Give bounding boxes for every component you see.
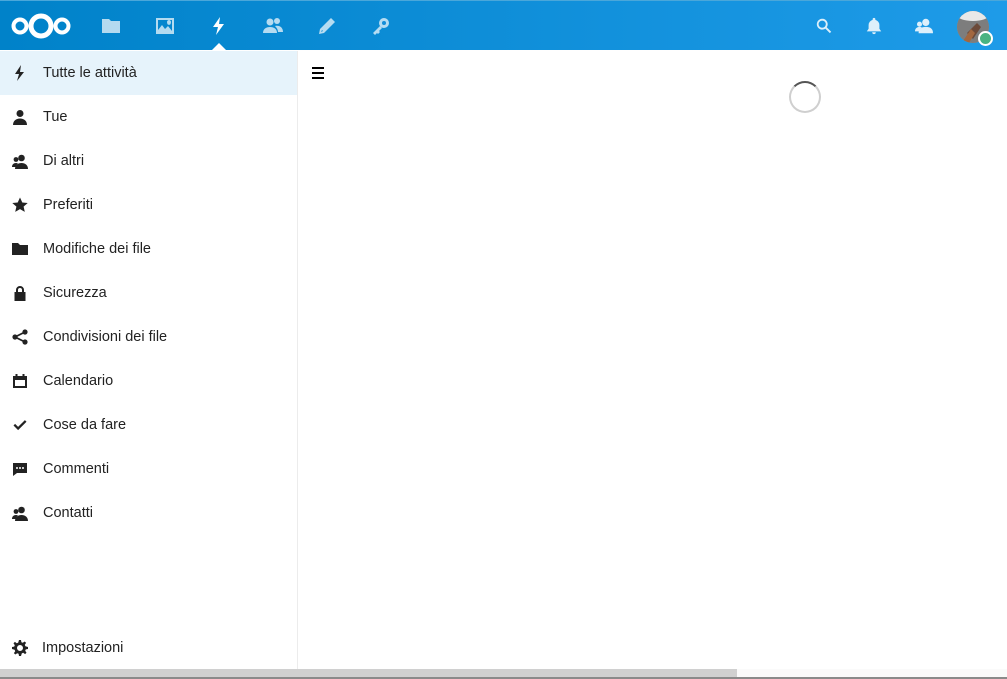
nav-item-label: Tutte le attività <box>43 65 137 81</box>
app-passwords[interactable] <box>354 1 408 51</box>
horizontal-scrollbar-thumb[interactable] <box>0 669 737 677</box>
contacts-icon <box>263 18 283 33</box>
image-icon <box>156 18 174 34</box>
navigation-toggle-button[interactable] <box>312 64 328 82</box>
nav-item-file-changes[interactable]: Modifiche dei file <box>0 227 297 271</box>
app-notes[interactable] <box>300 1 354 51</box>
settings-label: Impostazioni <box>42 640 124 656</box>
nav-item-label: Preferiti <box>43 197 93 213</box>
online-status-indicator <box>978 31 993 46</box>
nav-item-label: Tue <box>43 109 68 125</box>
lightning-icon <box>213 17 224 35</box>
nav-item-by-others[interactable]: Di altri <box>0 139 297 183</box>
nav-item-label: Contatti <box>43 505 93 521</box>
star-icon <box>12 197 28 213</box>
app-files[interactable] <box>84 1 138 51</box>
search-button[interactable] <box>800 1 848 51</box>
app-navigation: Tutte le attività Tue Di altri Preferiti… <box>0 51 298 679</box>
folder-icon <box>102 19 120 33</box>
nav-item-label: Modifiche dei file <box>43 241 151 257</box>
gear-icon <box>12 640 28 656</box>
top-header <box>0 0 1007 52</box>
pencil-icon <box>319 18 335 34</box>
comment-icon <box>12 461 28 477</box>
hamburger-line <box>312 77 324 79</box>
folder-icon <box>12 241 28 257</box>
nav-settings[interactable]: Impostazioni <box>0 626 297 670</box>
lightning-icon <box>12 65 28 81</box>
nextcloud-logo[interactable] <box>10 12 72 40</box>
lock-icon <box>12 285 28 301</box>
contacts-menu-icon <box>915 18 933 34</box>
nav-item-all-activities[interactable]: Tutte le attività <box>0 51 297 95</box>
nav-item-calendar[interactable]: Calendario <box>0 359 297 403</box>
app-photos[interactable] <box>138 1 192 51</box>
notifications-button[interactable] <box>850 1 898 51</box>
share-icon <box>12 329 28 345</box>
nav-item-security[interactable]: Sicurezza <box>0 271 297 315</box>
user-icon <box>12 109 28 125</box>
nav-item-todos[interactable]: Cose da fare <box>0 403 297 447</box>
nav-item-comments[interactable]: Commenti <box>0 447 297 491</box>
nav-item-label: Commenti <box>43 461 110 477</box>
key-icon <box>373 18 389 35</box>
contacts-icon <box>12 505 28 521</box>
nav-item-label: Condivisioni dei file <box>43 329 168 345</box>
users-icon <box>12 153 28 169</box>
nav-item-label: Cose da fare <box>43 417 127 433</box>
loading-spinner <box>789 81 821 113</box>
checkmark-icon <box>12 417 28 433</box>
hamburger-line <box>312 72 324 74</box>
nav-item-contacts[interactable]: Contatti <box>0 491 297 535</box>
notifications-icon <box>866 17 882 35</box>
nav-item-by-you[interactable]: Tue <box>0 95 297 139</box>
contacts-menu-button[interactable] <box>900 1 948 51</box>
nav-item-label: Calendario <box>43 373 114 389</box>
nav-item-label: Di altri <box>43 153 85 169</box>
nav-item-file-shares[interactable]: Condivisioni dei file <box>0 315 297 359</box>
app-contacts[interactable] <box>246 1 300 51</box>
calendar-icon <box>12 373 28 389</box>
hamburger-line <box>312 67 324 69</box>
nav-item-favorites[interactable]: Preferiti <box>0 183 297 227</box>
search-icon <box>816 18 832 34</box>
nav-item-label: Sicurezza <box>43 285 107 301</box>
